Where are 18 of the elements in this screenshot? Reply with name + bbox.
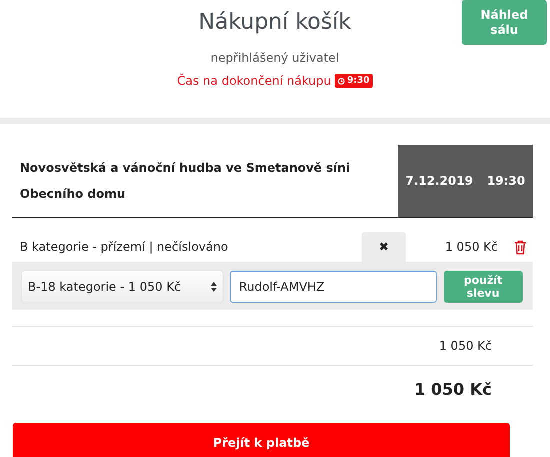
- page-title: Nákupní košík: [198, 10, 352, 35]
- discount-code-field[interactable]: Rudolf-AMVHZ: [230, 271, 437, 303]
- clock-icon: [338, 78, 346, 84]
- trash-icon[interactable]: [514, 240, 527, 254]
- total-price: 1 050 Kč: [414, 380, 492, 398]
- user-status: nepřihlášený uživatel: [210, 51, 340, 65]
- remove-discount-button[interactable]: ✖: [362, 232, 406, 262]
- event-date: 7.12.2019: [406, 174, 474, 188]
- select-arrows-icon: [211, 282, 218, 292]
- pay-button[interactable]: Přejít k platbě: [13, 423, 510, 457]
- timer-label: Čas na dokončení nákupu: [177, 74, 332, 88]
- ticket-price: 1 050 Kč: [444, 240, 499, 254]
- event-name: Novosvětská a vánoční hudba ve Smetanově síni Obecního domu: [19, 160, 352, 203]
- ticket-label: B kategorie - přízemí | nečíslováno: [20, 240, 230, 254]
- subtotal: 1 050 Kč: [439, 339, 492, 353]
- timer-badge: 9:30: [335, 74, 373, 88]
- category-select[interactable]: B-18 kategorie - 1 050 Kč: [22, 271, 224, 303]
- event-time: 19:30: [487, 174, 526, 188]
